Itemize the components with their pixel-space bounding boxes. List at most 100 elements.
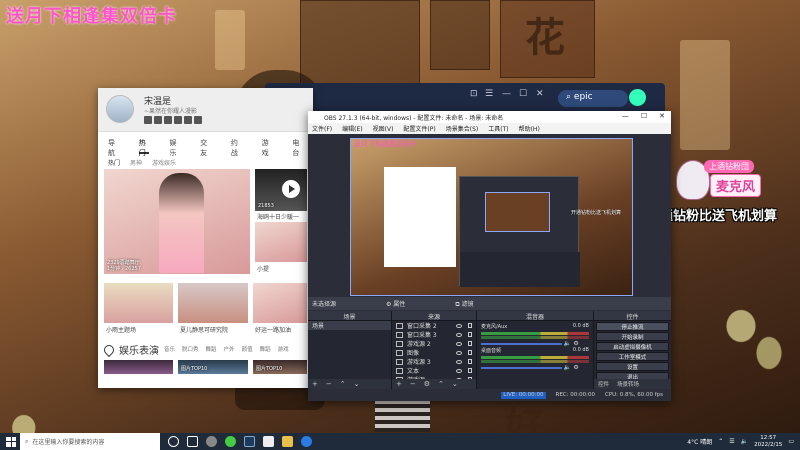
volume-slider[interactable] (481, 343, 562, 345)
source-item[interactable]: 图像 (392, 348, 476, 357)
down-icon[interactable]: ⌄ (452, 380, 458, 388)
epic-browser-window[interactable]: ⊡ ☰ — ☐ ✕ ⌕ epic (265, 83, 665, 113)
avatar[interactable] (629, 89, 646, 106)
taskbar-search-input[interactable]: ⌕ 在这里输入你要搜索的内容 (20, 433, 160, 450)
eye-icon[interactable] (456, 323, 462, 328)
down-icon[interactable]: ⌄ (354, 380, 360, 388)
lock-icon[interactable] (468, 332, 472, 337)
remove-icon[interactable]: − (326, 380, 332, 388)
remove-icon[interactable]: − (410, 380, 416, 388)
scene-item[interactable]: 场景 (308, 321, 391, 330)
nav-icon[interactable]: ⊡ (470, 89, 478, 99)
play-icon[interactable] (282, 180, 300, 198)
epic-icon[interactable] (263, 436, 274, 447)
nav-item[interactable]: 导航 (108, 138, 119, 157)
stream-thumb[interactable]: 21853 (255, 169, 307, 211)
close-button[interactable]: ✕ (659, 112, 665, 120)
menu-scene-collection[interactable]: 场景集合(S) (446, 124, 479, 133)
chevron-up-icon[interactable]: ⌃ (718, 438, 723, 445)
lock-icon[interactable] (468, 359, 472, 364)
lock-icon[interactable] (468, 341, 472, 346)
start-recording-button[interactable]: 开始录制 (596, 332, 669, 341)
lock-icon[interactable] (468, 323, 472, 328)
add-icon[interactable]: + (396, 380, 402, 388)
settings-button[interactable]: 设置 (596, 362, 669, 371)
stream-thumb[interactable] (104, 360, 173, 374)
subnav-item[interactable]: 男神 (130, 158, 142, 167)
filters-button[interactable]: ⧉ 滤镜 (455, 299, 473, 308)
section-tab[interactable]: 舞蹈 (206, 345, 217, 353)
clock[interactable]: 12:57 2022/2/15 (754, 435, 782, 449)
app-icon[interactable] (225, 436, 236, 447)
nav-item[interactable]: 游戏 (262, 138, 273, 157)
weather-text[interactable]: 4°C 晴朗 (687, 437, 712, 446)
steam-icon[interactable] (244, 436, 255, 447)
minimize-button[interactable]: — (502, 89, 511, 99)
menu-icon[interactable]: ☰ (485, 89, 493, 99)
folder-icon[interactable] (282, 436, 293, 447)
obs-titlebar[interactable]: OBS 27.1.3 (64-bit, windows) - 配置文件: 未命名… (308, 111, 671, 123)
eye-icon[interactable] (456, 359, 462, 364)
source-item[interactable]: 游戏源 3 (392, 357, 476, 366)
source-item[interactable]: 窗口采集 3 (392, 330, 476, 339)
volume-icon[interactable]: 🔈 (741, 438, 748, 445)
subnav-item[interactable]: 热门 (108, 158, 120, 167)
eye-icon[interactable] (456, 341, 462, 346)
stream-thumb[interactable]: 图片TOP10 (178, 360, 248, 374)
preview-canvas[interactable]: 送月下相逢集双倍卡 开通钻粉比送飞机划算 (350, 138, 633, 296)
stream-thumb[interactable] (104, 283, 173, 323)
section-tab[interactable]: 户外 (224, 345, 235, 353)
stream-thumb[interactable] (253, 283, 307, 323)
network-icon[interactable]: ☰ (729, 438, 734, 445)
section-tab[interactable]: 音乐 (164, 345, 175, 353)
task-view-icon[interactable] (187, 436, 198, 447)
gear-icon[interactable]: ⚙ (573, 340, 578, 347)
studio-mode-button[interactable]: 工作室模式 (596, 352, 669, 361)
search-input[interactable]: ⌕ epic (558, 90, 628, 107)
nav-item[interactable]: 电台 (292, 138, 303, 157)
minimize-button[interactable]: — (622, 112, 629, 120)
section-tab[interactable]: 脱口秀 (182, 345, 199, 353)
section-tab[interactable]: 舞蹈 (260, 345, 271, 353)
menu-file[interactable]: 文件(F) (312, 124, 332, 133)
volume-slider[interactable] (481, 367, 562, 369)
eye-icon[interactable] (456, 368, 462, 373)
maximize-button[interactable]: ☐ (641, 112, 647, 120)
avatar[interactable] (106, 95, 134, 123)
add-icon[interactable]: + (312, 380, 318, 388)
nav-item[interactable]: 约战 (231, 138, 242, 157)
menu-view[interactable]: 视图(V) (373, 124, 394, 133)
subnav-item[interactable]: 游戏娱乐 (152, 158, 176, 167)
eye-icon[interactable] (456, 332, 462, 337)
stream-thumb[interactable] (255, 222, 307, 262)
tab-transitions[interactable]: 场景转场 (617, 380, 639, 388)
gear-icon[interactable]: ⚙ (424, 380, 430, 388)
lock-icon[interactable] (468, 368, 472, 373)
source-item[interactable]: 游戏源 2 (392, 339, 476, 348)
properties-button[interactable]: ⚙ 属性 (386, 299, 405, 308)
menu-profile[interactable]: 配置文件(P) (403, 124, 435, 133)
source-item[interactable]: 文本 (392, 366, 476, 375)
stream-thumb[interactable] (178, 283, 248, 323)
speaker-icon[interactable]: 🔈 (564, 340, 571, 347)
eye-icon[interactable] (456, 350, 462, 355)
source-item[interactable]: 窗口采集 2 (392, 321, 476, 330)
close-button[interactable]: ✕ (536, 89, 544, 99)
gear-icon[interactable]: ⚙ (573, 364, 578, 371)
menu-tools[interactable]: 工具(T) (488, 124, 508, 133)
virtual-camera-button[interactable]: 启动虚拟摄像机 (596, 342, 669, 351)
nav-item[interactable]: 交友 (200, 138, 211, 157)
stop-streaming-button[interactable]: 停止推流 (596, 322, 669, 331)
section-tab[interactable]: 游戏 (278, 345, 289, 353)
edge-icon[interactable] (301, 436, 312, 447)
up-icon[interactable]: ⌃ (438, 380, 444, 388)
section-tab[interactable]: 颜值 (242, 345, 253, 353)
lock-icon[interactable] (468, 350, 472, 355)
stream-thumb[interactable]: 图片TOP10 (253, 360, 307, 374)
featured-stream-thumb[interactable]: 2329蓉踏舞厅 1分钟 · 26257 (104, 169, 250, 274)
nav-item-active[interactable]: 热门 (138, 138, 150, 157)
cortana-icon[interactable] (168, 436, 179, 447)
obs-app-icon[interactable] (206, 436, 217, 447)
up-icon[interactable]: ⌃ (340, 380, 346, 388)
speaker-icon[interactable]: 🔈 (564, 364, 571, 371)
